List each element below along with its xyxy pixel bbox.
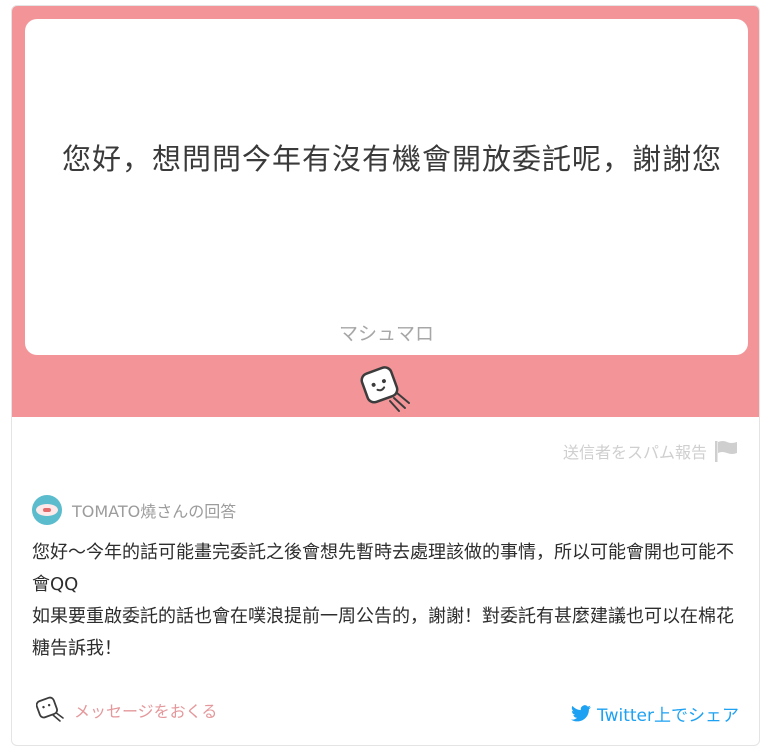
send-message-label: メッセージをおくる: [74, 702, 218, 721]
answer-line: 您好～今年的話可能畫完委託之後會想先暫時去處理該做的事情，所以可能會開也可能不會…: [32, 542, 734, 595]
marshmallow-card: 您好，想問問今年有沒有機會開放委託呢，謝謝您 マシュマロ 送信者をスパム報告 T…: [11, 5, 760, 746]
question-text: 您好，想問問今年有沒有機會開放委託呢，謝謝您: [62, 142, 723, 176]
send-message-button[interactable]: メッセージをおくる: [36, 696, 217, 724]
twitter-icon: [571, 705, 592, 722]
marshmallow-mascot-icon: [360, 366, 410, 412]
brand-label: マシュマロ: [338, 323, 434, 345]
answer-line: 如果要重啟委託的話也會在噗浪提前一周公告的，謝謝！對委託有甚麼建議也可以在棉花糖…: [32, 606, 734, 659]
answer-header: TOMATO燒さんの回答: [32, 495, 236, 525]
answer-author: TOMATO燒さんの回答: [72, 502, 237, 521]
question-card: 您好，想問問今年有沒有機會開放委託呢，謝謝您 マシュマロ: [25, 19, 748, 355]
report-spam-label: 送信者をスパム報告: [562, 443, 707, 462]
avatar: [32, 495, 62, 525]
marshmallow-small-icon: [36, 696, 64, 722]
twitter-share-label: Twitter上でシェア: [597, 706, 739, 726]
question-background: 您好，想問問今年有沒有機會開放委託呢，謝謝您 マシュマロ: [12, 6, 759, 417]
answer-text: 您好～今年的話可能畫完委託之後會想先暫時去處理該做的事情，所以可能會開也可能不會…: [32, 537, 744, 665]
flag-icon: [715, 441, 737, 462]
report-spam-link[interactable]: 送信者をスパム報告: [563, 439, 739, 463]
twitter-share-button[interactable]: Twitter上でシェア: [571, 701, 739, 726]
